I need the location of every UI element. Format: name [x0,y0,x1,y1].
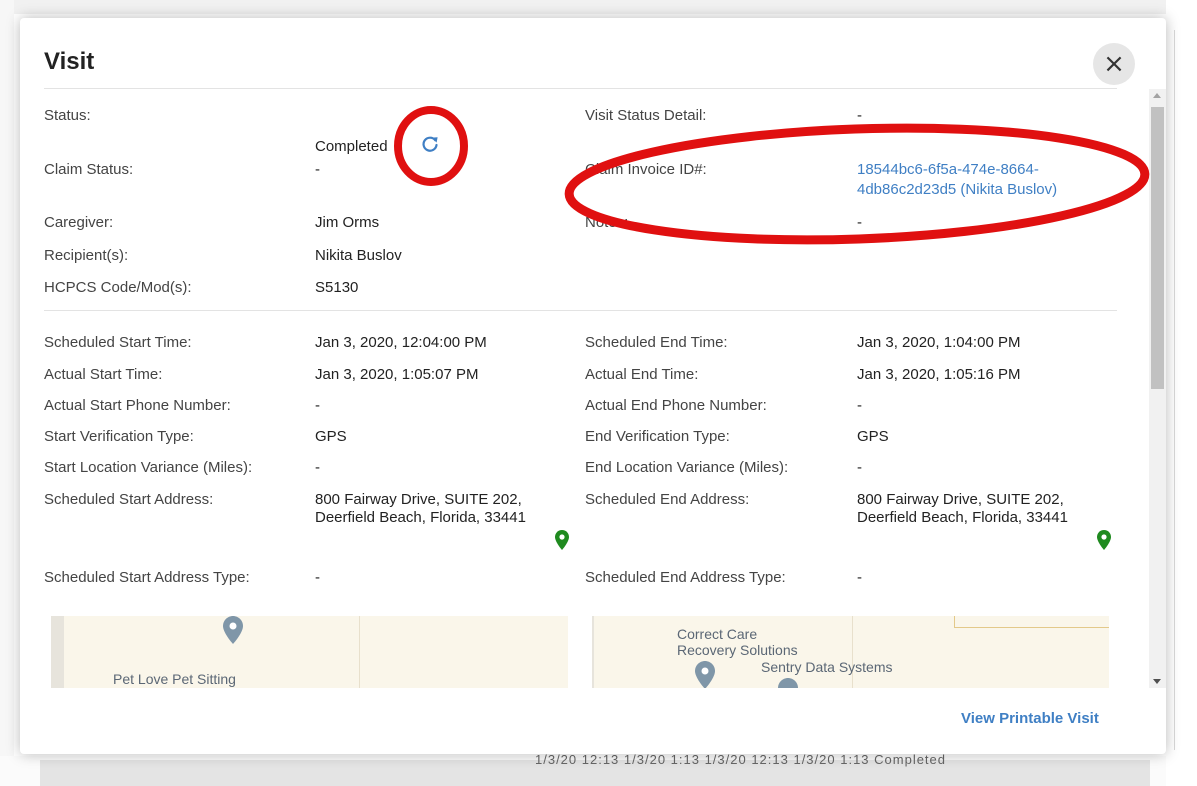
hcpcs-label: HCPCS Code/Mod(s): [44,279,192,296]
claim-invoice-label: Claim Invoice ID#: [585,161,707,178]
caregiver-label: Caregiver: [44,214,114,231]
map-road [359,616,360,688]
background-right-edge [1166,0,1197,786]
actual-end-phone-label: Actual End Phone Number: [585,397,767,414]
end-verification-value: GPS [857,428,889,445]
map-marker-icon[interactable] [223,616,243,644]
actual-end-phone-value: - [857,397,862,414]
scheduled-start-address-type-value: - [315,569,320,586]
background-left-band [0,0,14,786]
background-table-row-text: 1/3/20 12:13 1/3/20 1:13 1/3/20 12:13 1/… [535,752,947,767]
view-printable-visit-link[interactable]: View Printable Visit [961,710,1099,727]
actual-end-time-label: Actual End Time: [585,366,699,383]
scroll-down-arrow-icon[interactable] [1153,679,1161,684]
scheduled-end-time-value: Jan 3, 2020, 1:04:00 PM [857,334,1021,351]
end-address-map[interactable]: Correct Care Recovery Solutions Sentry D… [592,616,1109,688]
start-variance-label: Start Location Variance (Miles): [44,459,253,476]
status-label: Status: [44,107,91,124]
visit-details-scroll-area[interactable]: Status: Completed Visit Status Detail: -… [20,89,1149,688]
scheduled-start-address-label: Scheduled Start Address: [44,491,214,508]
scheduled-start-time-value: Jan 3, 2020, 12:04:00 PM [315,334,487,351]
actual-start-time-value: Jan 3, 2020, 1:05:07 PM [315,366,479,383]
status-value: Completed [315,138,388,155]
modal-title: Visit [44,48,95,75]
vertical-scrollbar[interactable] [1149,89,1166,688]
scheduled-end-address-value: 800 Fairway Drive, SUITE 202, Deerfield … [857,491,1068,526]
claim-invoice-link[interactable]: 18544bc6-6f5a-474e-8664- 4db86c2d23d5 (N… [857,160,1057,200]
visit-modal: Visit × Status: Completed Visit Status D… [20,18,1166,754]
actual-end-time-value: Jan 3, 2020, 1:05:16 PM [857,366,1021,383]
refresh-icon[interactable] [420,134,440,154]
visit-status-detail-label: Visit Status Detail: [585,107,707,124]
start-verification-value: GPS [315,428,347,445]
background-right-divider [1174,30,1175,750]
map-place-label: Correct Care Recovery Solutions [677,626,798,658]
background-top-band [0,0,1197,14]
end-variance-label: End Location Variance (Miles): [585,459,789,476]
map-place-line: Correct Care [677,626,758,642]
scheduled-end-address-label: Scheduled End Address: [585,491,750,508]
claim-invoice-line-1: 18544bc6-6f5a-474e-8664- [857,161,1039,178]
scheduled-start-address-type-label: Scheduled Start Address Type: [44,569,250,586]
map-road [51,616,64,688]
map-place-line: Recovery Solutions [677,642,798,658]
caregiver-value: Jim Orms [315,214,380,231]
scroll-up-arrow-icon[interactable] [1153,93,1161,98]
scheduled-end-address-type-value: - [857,569,862,586]
scrollbar-thumb[interactable] [1151,107,1164,389]
end-variance-value: - [857,459,862,476]
claim-invoice-line-2: 4db86c2d23d5 (Nikita Buslov) [857,181,1058,198]
location-pin-icon[interactable] [1097,530,1111,550]
start-verification-label: Start Verification Type: [44,428,194,445]
end-verification-label: End Verification Type: [585,428,730,445]
close-icon[interactable]: × [1093,43,1135,85]
hcpcs-value: S5130 [315,279,359,296]
map-road [954,627,1109,628]
map-road [852,616,853,688]
scheduled-start-time-label: Scheduled Start Time: [44,334,192,351]
actual-start-phone-value: - [315,397,320,414]
notes-label: Notes: [585,214,629,231]
start-variance-value: - [315,459,320,476]
start-address-map[interactable]: Pet Love Pet Sitting [51,616,568,688]
map-place-label: Sentry Data Systems [761,659,893,675]
section-divider [44,310,1117,311]
map-road [592,616,594,688]
recipients-value: Nikita Buslov [315,247,402,264]
scheduled-start-address-value: 800 Fairway Drive, SUITE 202, Deerfield … [315,491,526,526]
notes-value: - [857,214,862,231]
actual-start-time-label: Actual Start Time: [44,366,163,383]
scheduled-end-time-label: Scheduled End Time: [585,334,728,351]
scheduled-end-address-type-label: Scheduled End Address Type: [585,569,786,586]
map-place-label: Pet Love Pet Sitting [113,671,236,687]
visit-status-detail-value: - [857,107,862,124]
map-marker-icon[interactable] [778,678,798,688]
claim-status-label: Claim Status: [44,161,134,178]
recipients-label: Recipient(s): [44,247,129,264]
claim-status-value: - [315,161,320,178]
map-marker-icon[interactable] [695,661,715,688]
actual-start-phone-label: Actual Start Phone Number: [44,397,231,414]
location-pin-icon[interactable] [555,530,569,550]
